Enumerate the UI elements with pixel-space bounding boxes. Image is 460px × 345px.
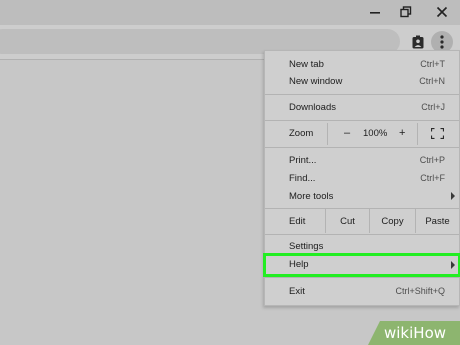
menu-item-shortcut: Ctrl+T bbox=[420, 59, 445, 69]
menu-separator bbox=[265, 147, 459, 148]
watermark-logo: wikiHow bbox=[384, 324, 447, 342]
menu-item-label: Help bbox=[289, 259, 309, 270]
menu-item-help[interactable]: Help bbox=[263, 253, 460, 277]
profile-badge-icon bbox=[412, 35, 424, 49]
maximize-icon bbox=[400, 6, 412, 18]
minimize-button[interactable] bbox=[364, 2, 386, 22]
copy-label: Copy bbox=[381, 216, 404, 227]
menu-item-shortcut: Ctrl+F bbox=[420, 173, 445, 183]
zoom-row: Zoom – 100% + bbox=[265, 123, 459, 145]
menu-item-shortcut: Ctrl+P bbox=[419, 155, 445, 165]
menu-item-exit[interactable]: Exit Ctrl+Shift+Q bbox=[265, 283, 459, 301]
menu-item-label: Settings bbox=[289, 241, 324, 252]
menu-item-label: Downloads bbox=[289, 102, 336, 113]
menu-item-shortcut: Ctrl+Shift+Q bbox=[395, 286, 445, 296]
close-icon bbox=[436, 6, 448, 18]
menu-separator bbox=[265, 120, 459, 121]
cut-button[interactable]: Cut bbox=[325, 209, 369, 233]
copy-button[interactable]: Copy bbox=[369, 209, 415, 233]
menu-item-label: Print... bbox=[289, 155, 317, 166]
paste-label: Paste bbox=[425, 216, 450, 227]
zoom-level-value: 100% bbox=[363, 128, 388, 139]
edit-label: Edit bbox=[289, 216, 306, 227]
paste-button[interactable]: Paste bbox=[415, 209, 459, 233]
menu-item-settings[interactable]: Settings bbox=[265, 238, 459, 256]
menu-separator bbox=[265, 277, 459, 278]
menu-separator bbox=[265, 94, 459, 95]
menu-item-new-window[interactable]: New window Ctrl+N bbox=[265, 73, 459, 91]
menu-item-more-tools[interactable]: More tools bbox=[265, 188, 459, 206]
fullscreen-icon[interactable] bbox=[431, 128, 444, 139]
kebab-menu-icon bbox=[440, 35, 444, 49]
menu-item-label: New tab bbox=[289, 59, 324, 70]
menu-item-downloads[interactable]: Downloads Ctrl+J bbox=[265, 99, 459, 117]
submenu-arrow-icon bbox=[451, 261, 455, 269]
cut-label: Cut bbox=[340, 216, 355, 227]
zoom-label: Zoom bbox=[289, 128, 314, 139]
close-button[interactable] bbox=[431, 2, 453, 22]
menu-item-shortcut: Ctrl+J bbox=[421, 102, 445, 112]
menu-item-label: More tools bbox=[289, 191, 334, 202]
chrome-main-menu: New tab Ctrl+T New window Ctrl+N Downloa… bbox=[263, 50, 460, 306]
menu-item-label: Exit bbox=[289, 286, 305, 297]
restore-button[interactable] bbox=[395, 2, 417, 22]
menu-item-shortcut: Ctrl+N bbox=[419, 76, 445, 86]
submenu-arrow-icon bbox=[451, 192, 455, 200]
zoom-out-button[interactable]: – bbox=[344, 127, 350, 139]
zoom-in-button[interactable]: + bbox=[399, 127, 405, 139]
menu-item-new-tab[interactable]: New tab Ctrl+T bbox=[265, 56, 459, 74]
menu-item-find[interactable]: Find... Ctrl+F bbox=[265, 170, 459, 188]
edit-row: Edit Cut Copy Paste bbox=[265, 209, 459, 233]
menu-separator bbox=[265, 234, 459, 235]
menu-item-label: New window bbox=[289, 76, 343, 87]
menu-item-print[interactable]: Print... Ctrl+P bbox=[265, 152, 459, 170]
minimize-icon bbox=[370, 12, 380, 14]
menu-item-label: Find... bbox=[289, 173, 316, 184]
title-bar bbox=[0, 0, 460, 25]
